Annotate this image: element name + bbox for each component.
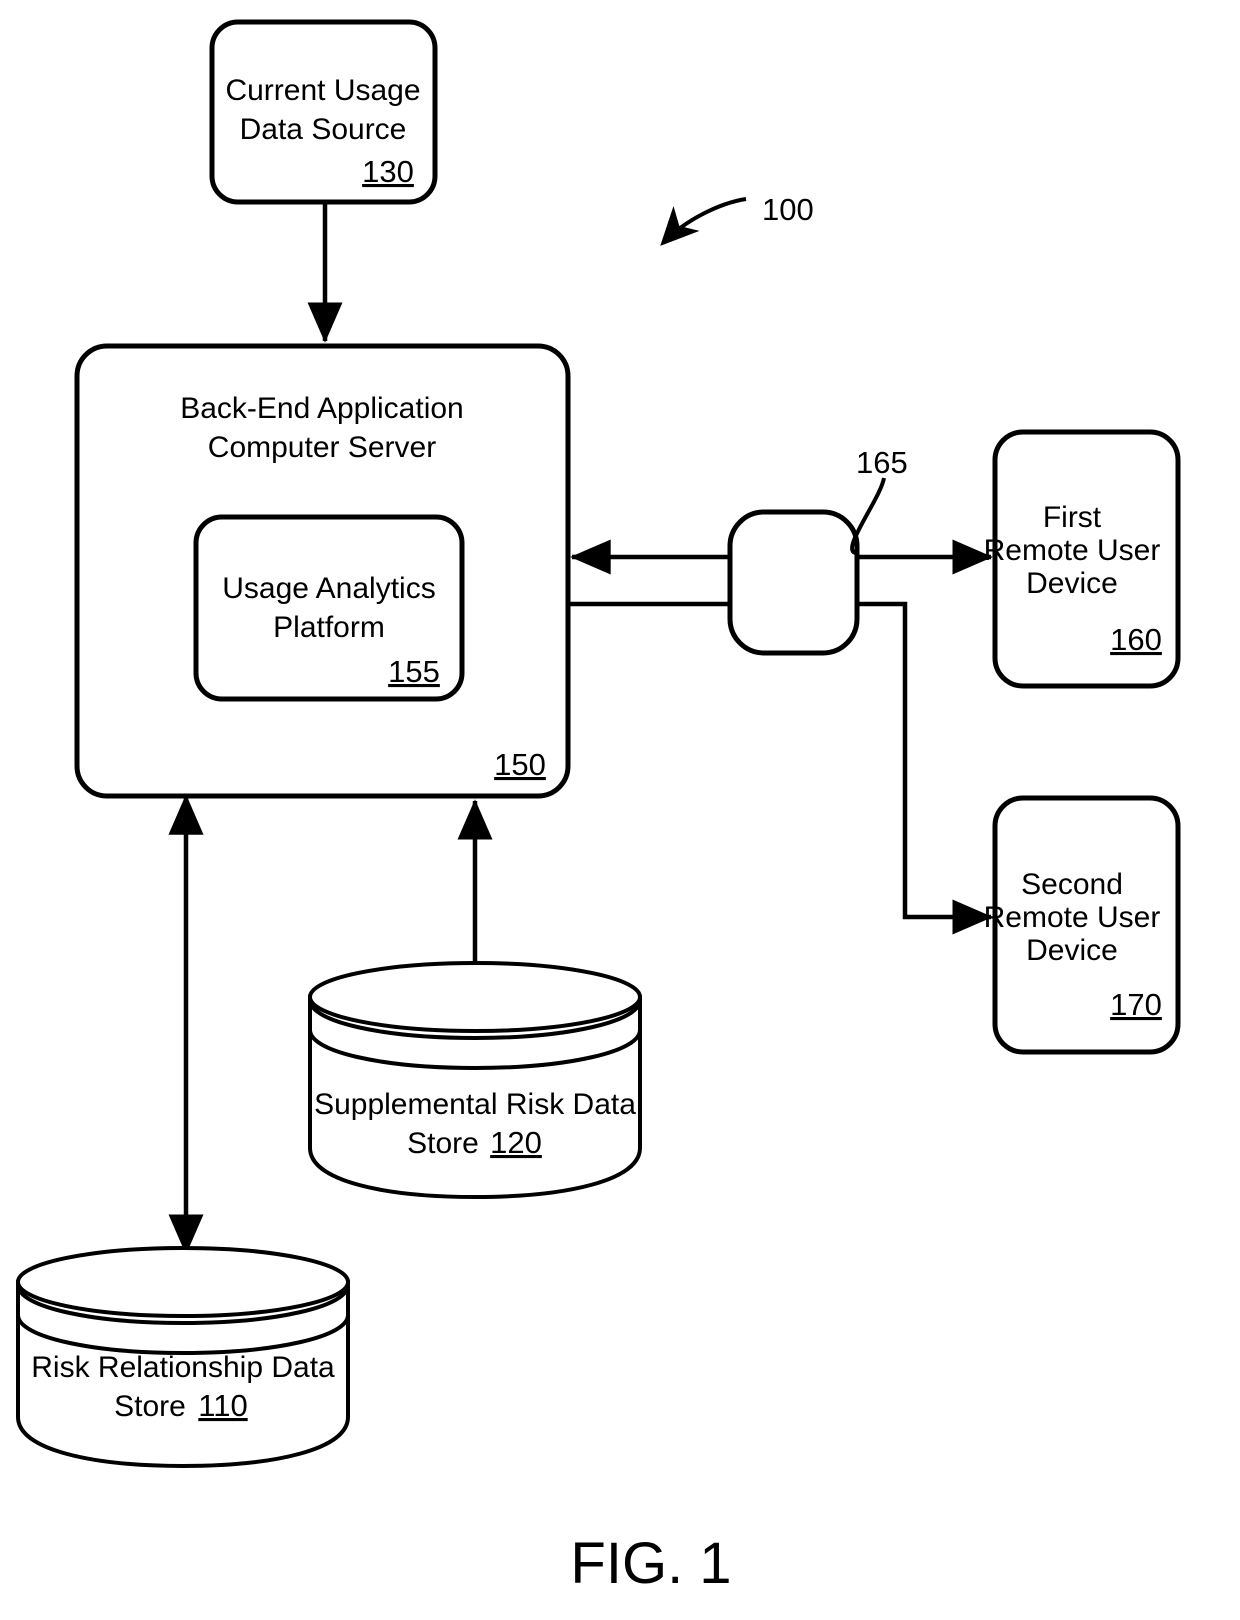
usage-analytics-platform-label-line1: Usage Analytics [222, 572, 435, 605]
current-usage-data-source-label-line2: Data Source [240, 113, 407, 146]
second-remote-user-device-label-line2: Remote User [984, 901, 1161, 934]
usage-analytics-platform-ref: 155 [388, 654, 440, 689]
second-remote-user-device-label-line1: Second [1021, 868, 1123, 901]
risk-relationship-data-store-label-line1: Risk Relationship Data [31, 1351, 335, 1384]
second-remote-user-device-label-line3: Device [1026, 934, 1118, 967]
first-remote-user-device-label-line3: Device [1026, 567, 1118, 600]
back-end-server-ref: 150 [494, 747, 546, 782]
node-current-usage-data-source[interactable]: Current Usage Data Source 130 [209, 19, 438, 205]
network-box[interactable] [727, 509, 860, 656]
first-remote-user-device-ref: 160 [1110, 622, 1162, 657]
figure-caption: FIG. 1 [570, 1531, 731, 1596]
back-end-server-label-line1: Back-End Application [180, 392, 464, 425]
supplemental-risk-data-store-top [308, 961, 642, 1033]
second-remote-user-device-ref: 170 [1110, 987, 1162, 1022]
system-reference-callout: 100 [660, 192, 814, 246]
current-usage-data-source-label-line1: Current Usage [225, 74, 420, 107]
node-supplemental-risk-data-store[interactable]: Supplemental Risk Data Store 120 [308, 961, 642, 1200]
supplemental-risk-data-store-ref: 120 [490, 1125, 542, 1160]
network-ref: 165 [856, 445, 908, 480]
usage-analytics-platform-label-line2: Platform [273, 611, 385, 644]
first-remote-user-device-label-line1: First [1043, 501, 1102, 534]
supplemental-risk-data-store-label-line2: Store [407, 1127, 479, 1160]
back-end-server-label-line2: Computer Server [208, 431, 436, 464]
node-second-remote-user-device[interactable]: Second Remote User Device 170 [984, 795, 1181, 1055]
figure-container: Current Usage Data Source 130 Back-End A… [0, 0, 1240, 1620]
node-first-remote-user-device[interactable]: First Remote User Device 160 [984, 429, 1181, 689]
node-network[interactable]: 165 [727, 445, 908, 656]
node-risk-relationship-data-store[interactable]: Risk Relationship Data Store 110 [16, 1246, 350, 1469]
risk-relationship-data-store-label-line2: Store [114, 1390, 186, 1423]
node-usage-analytics-platform[interactable]: Usage Analytics Platform 155 [193, 514, 465, 702]
node-back-end-application-computer-server[interactable]: Back-End Application Computer Server 150… [74, 343, 571, 799]
first-remote-user-device-label-line2: Remote User [984, 534, 1161, 567]
supplemental-risk-data-store-label-line1: Supplemental Risk Data [314, 1088, 636, 1121]
risk-relationship-data-store-ref: 110 [198, 1388, 247, 1423]
risk-relationship-data-store-top [16, 1246, 350, 1318]
system-reference-leader-arrow [660, 197, 747, 246]
system-architecture-diagram: Current Usage Data Source 130 Back-End A… [16, 19, 1181, 1596]
current-usage-data-source-ref: 130 [362, 154, 414, 189]
system-reference-number: 100 [762, 192, 814, 227]
